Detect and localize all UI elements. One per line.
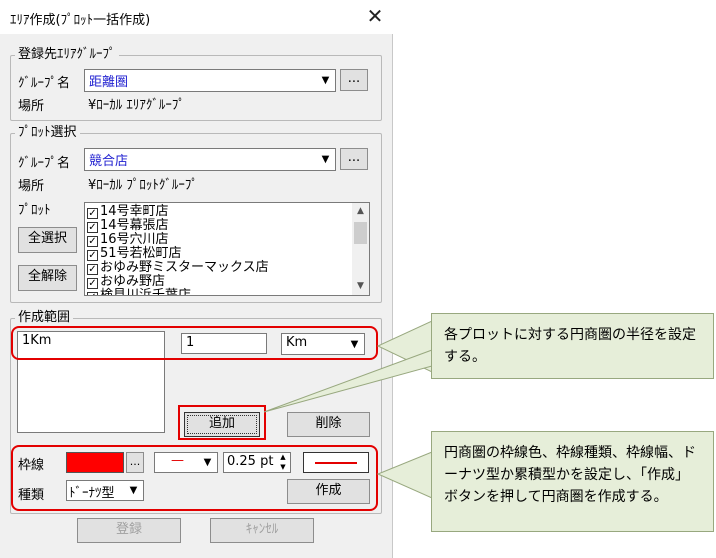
add-callout-pointer <box>263 349 433 413</box>
style-callout: 円商圏の枠線色、枠線種類、枠線幅、ドーナツ型か累積型かを設定し、「作成」ボタンを… <box>431 431 714 532</box>
bottom-callout-pointer <box>376 451 433 499</box>
radius-callout: 各プロットに対する円商圏の半径を設定する。 <box>431 313 714 379</box>
